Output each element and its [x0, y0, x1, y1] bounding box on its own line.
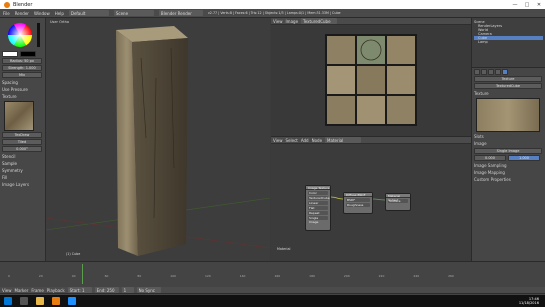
file-explorer-icon[interactable] [36, 297, 44, 305]
section-title[interactable]: Slots [474, 134, 543, 139]
timeline[interactable]: 0 20 40 60 80 100 120 140 160 180 200 220 240 260 Vie… [0, 261, 545, 295]
texture-name-field[interactable]: Texture [474, 76, 542, 82]
mapping-selector[interactable]: Tiled [2, 139, 42, 145]
color-swatch[interactable] [2, 51, 18, 57]
menu-window[interactable]: Window [34, 11, 50, 16]
current-frame-field[interactable]: 1 [121, 287, 134, 293]
timeline-ticks: 0 20 40 60 80 100 120 140 160 180 200 220 240 260 [8, 274, 454, 278]
timeline-header: View Marker Frame Playback Start: 1 End:… [0, 287, 545, 294]
spacing-checkbox[interactable]: Spacing [2, 80, 18, 85]
outliner-item[interactable]: Lamp [474, 40, 543, 44]
timeline-marker-menu[interactable]: Marker [15, 288, 29, 293]
image-view-menu[interactable]: View [273, 19, 283, 24]
section-title[interactable]: Image [474, 141, 543, 146]
object-tab-icon[interactable] [495, 69, 501, 75]
strength-field[interactable]: Strength: 1.000 [2, 65, 42, 71]
start-frame-field[interactable]: Start: 1 [67, 287, 92, 293]
angle-field[interactable]: 0.000° [2, 146, 42, 152]
image-name-field[interactable]: TexturedCube [301, 18, 338, 24]
color-wheel[interactable] [0, 20, 46, 50]
timeline-frame-menu[interactable]: Frame [31, 288, 43, 293]
properties-tabs [474, 69, 543, 75]
browser-icon[interactable] [68, 297, 76, 305]
object-label: (1) Cube [66, 252, 81, 256]
3d-viewport[interactable]: User Ortho (1) Cube [46, 18, 270, 261]
render-tab-icon[interactable] [474, 69, 480, 75]
timeline-view-menu[interactable]: View [2, 288, 12, 293]
tool-shelf: Radius: 50 px Strength: 1.000 Mix Spacin… [0, 18, 46, 261]
outliner: Scene RenderLayers World Camera Cube Lam… [472, 18, 545, 68]
scene-selector[interactable]: Scene [113, 10, 154, 16]
info-header: File Render Window Help Default Scene Bl… [0, 9, 545, 18]
scene-stats: v2.77 | Verts:8 | Faces:6 | Tris:12 | Ob… [207, 11, 341, 15]
symmetry-option[interactable]: Symmetry [2, 168, 23, 173]
timeline-playback-menu[interactable]: Playback [47, 288, 65, 293]
minimize-button[interactable]: — [509, 0, 521, 9]
system-clock[interactable]: 17:46 11/18/2016 [519, 297, 539, 305]
image-menu[interactable]: Image [286, 19, 299, 24]
prop-value-field[interactable]: 0.000 [474, 155, 506, 161]
uv-texture-image[interactable] [325, 34, 417, 126]
image-layers-title[interactable]: Image Layers [2, 182, 43, 187]
world-tab-icon[interactable] [488, 69, 494, 75]
node-links [330, 196, 386, 201]
scene-tab-icon[interactable] [481, 69, 487, 75]
image-name-field[interactable]: TexturedCube [474, 83, 542, 89]
brush-texture-preview[interactable] [4, 101, 34, 131]
menu-file[interactable]: File [3, 11, 10, 16]
node-editor[interactable]: View Select Add Node Material Image Text… [271, 136, 471, 261]
image-source-selector[interactable]: Single Image [474, 148, 542, 154]
search-icon[interactable] [20, 297, 28, 305]
section-title[interactable]: Image Sampling [474, 163, 543, 168]
image-editor[interactable]: View Image TexturedCube [271, 18, 471, 136]
viewport-canvas [46, 26, 270, 256]
maximize-button[interactable]: □ [521, 0, 533, 9]
close-button[interactable]: ✕ [533, 0, 545, 9]
window-title: Blender [13, 1, 33, 8]
sample-option[interactable]: Sample [2, 161, 17, 166]
render-engine-selector[interactable]: Blender Render [158, 10, 203, 16]
blender-taskbar-icon[interactable] [52, 297, 60, 305]
texture-preview [476, 98, 540, 132]
texture-tab-icon[interactable] [502, 69, 508, 75]
image-editor-header: View Image TexturedCube [271, 18, 471, 25]
sync-selector[interactable]: No Sync [136, 287, 161, 293]
section-title[interactable]: Custom Properties [474, 177, 543, 182]
node-tree-label: Material [277, 247, 291, 251]
prop-value-field[interactable]: 1.000 [508, 155, 540, 161]
menu-help[interactable]: Help [55, 11, 64, 16]
windows-taskbar: 17:46 11/18/2016 [0, 295, 545, 307]
blender-logo-icon [4, 1, 10, 8]
brush-name-field[interactable]: TexDraw [2, 132, 42, 138]
secondary-color-swatch[interactable] [20, 51, 36, 57]
end-frame-field[interactable]: End: 250 [94, 287, 119, 293]
clock-date: 11/18/2016 [518, 301, 539, 305]
start-icon[interactable] [4, 297, 12, 305]
menu-render[interactable]: Render [15, 11, 29, 16]
stencil-option[interactable]: Stencil [2, 154, 16, 159]
properties-panel: Scene RenderLayers World Camera Cube Lam… [471, 18, 545, 261]
blend-selector[interactable]: Mix [2, 72, 42, 78]
layout-selector[interactable]: Default [68, 10, 109, 16]
title-bar: Blender — □ ✕ [0, 0, 545, 9]
section-title[interactable]: Image Mapping [474, 170, 543, 175]
fill-option[interactable]: Fill [2, 175, 7, 180]
texture-section-title[interactable]: Texture [2, 94, 43, 99]
section-title[interactable]: Texture [474, 91, 543, 96]
use-pressure-checkbox[interactable]: Use Pressure [2, 87, 28, 92]
radius-field[interactable]: Radius: 50 px [2, 58, 42, 64]
